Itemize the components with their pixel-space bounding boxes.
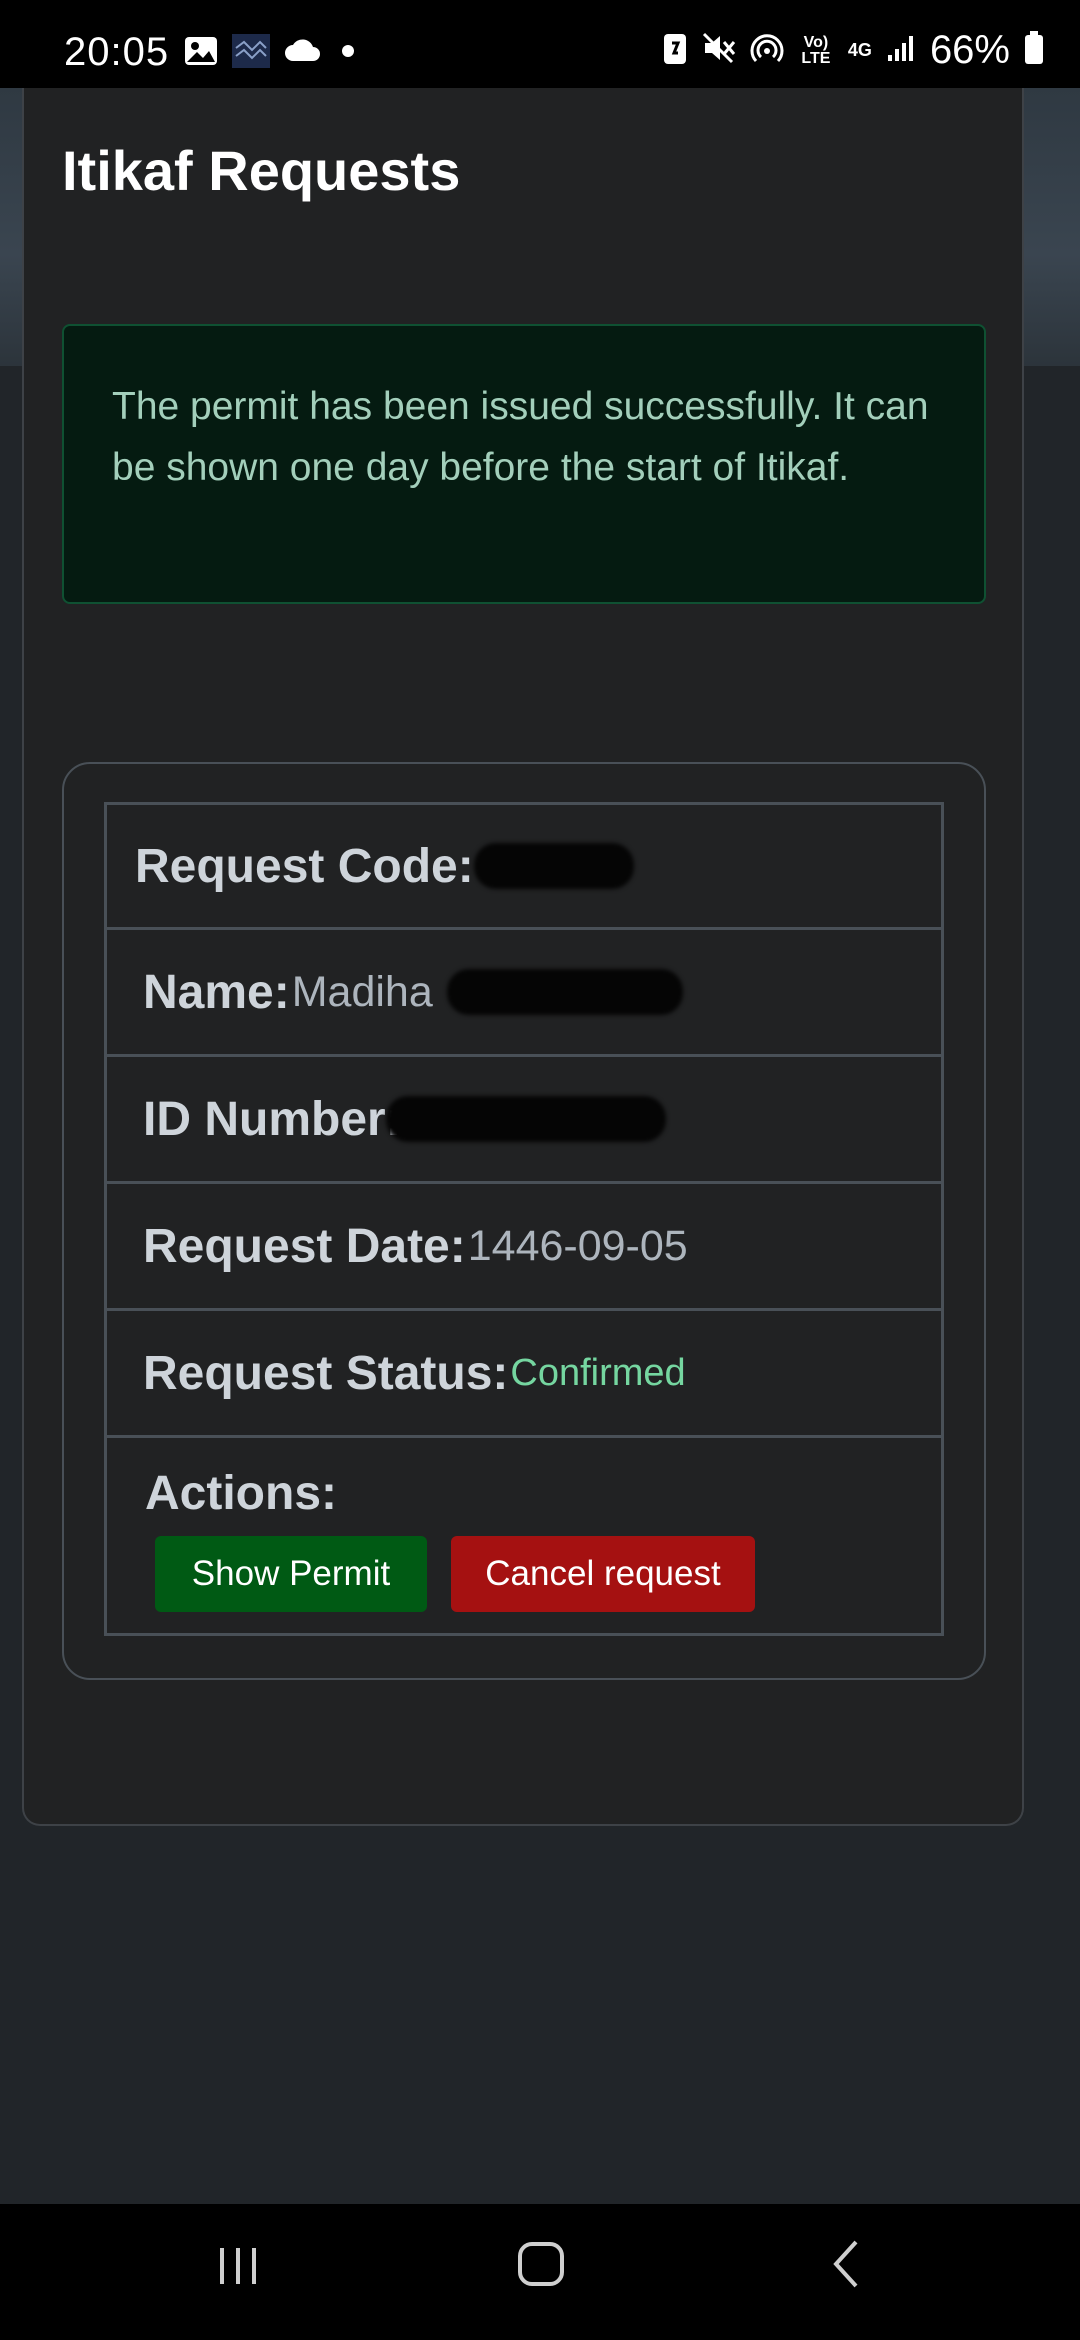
dot-icon: [336, 39, 360, 68]
id-number-row: ID Number:: [107, 1057, 941, 1184]
request-table: Request Code: Name: Madiha ID Number: Re…: [104, 802, 944, 1636]
show-permit-button[interactable]: Show Permit: [155, 1536, 427, 1612]
actions-row: Actions: Show Permit Cancel request: [107, 1438, 941, 1633]
home-icon[interactable]: [512, 2234, 572, 2299]
page-title: Itikaf Requests: [62, 139, 461, 202]
request-date-label: Request Date:: [143, 1219, 466, 1273]
request-status-row: Request Status: Confirmed: [107, 1311, 941, 1438]
image-icon: [184, 36, 218, 71]
success-alert: The permit has been issued successfully.…: [62, 324, 986, 604]
id-number-label: ID Number:: [143, 1092, 402, 1146]
request-code-label: Request Code:: [135, 839, 474, 893]
actions-label: Actions:: [145, 1467, 337, 1520]
navigation-bar: [0, 2204, 1080, 2340]
request-status-label: Request Status:: [143, 1346, 509, 1400]
battery-icon: [1024, 31, 1044, 70]
name-label: Name:: [143, 965, 290, 1019]
app-icon: [232, 34, 270, 73]
name-value: Madiha: [291, 967, 433, 1016]
mute-icon: [702, 32, 736, 69]
request-date-row: Request Date: 1446-09-05: [107, 1184, 941, 1311]
hotspot-icon: [750, 31, 784, 70]
cloud-icon: [284, 39, 322, 68]
recents-icon[interactable]: [214, 2234, 264, 2299]
request-code-row: Request Code:: [107, 805, 941, 930]
redacted-request-code: [473, 843, 634, 889]
battery-percent: 66%: [929, 28, 1010, 72]
status-time: 20:05: [64, 30, 170, 74]
redacted-id-number: [385, 1096, 666, 1142]
request-date-value: 1446-09-05: [467, 1221, 688, 1270]
cancel-request-button[interactable]: Cancel request: [451, 1536, 755, 1612]
back-icon[interactable]: [824, 2234, 868, 2299]
4g-icon: 4G: [847, 40, 872, 60]
status-badge: Confirmed: [510, 1351, 686, 1394]
redacted-surname: [446, 969, 683, 1015]
status-bar: 20:05 Vo) LTE 4G 66%: [0, 0, 1080, 88]
signal-icon: [886, 33, 916, 68]
battery-saver-icon: [662, 31, 688, 70]
name-row: Name: Madiha: [107, 930, 941, 1057]
volte-icon: Vo) LTE: [801, 33, 831, 67]
